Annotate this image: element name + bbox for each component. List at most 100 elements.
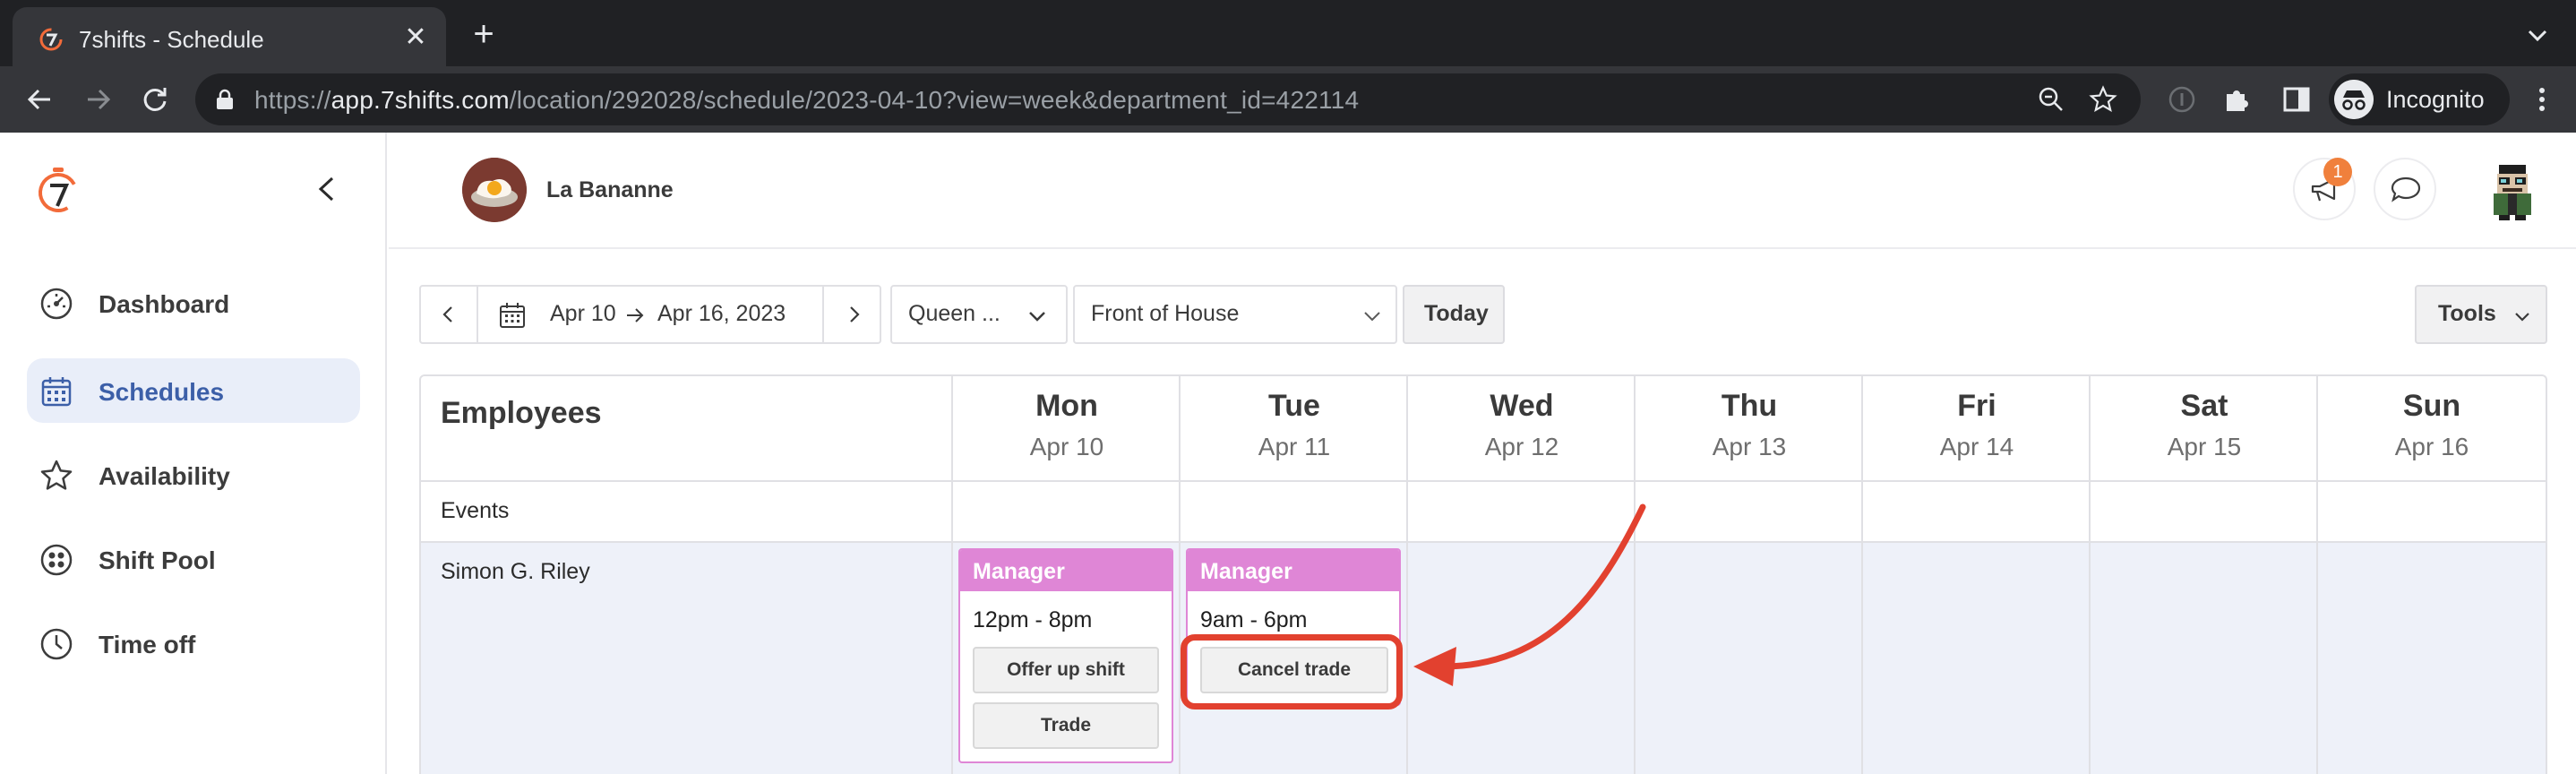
extensions-icon[interactable] — [2221, 83, 2254, 116]
messages-button[interactable] — [2374, 158, 2436, 220]
chevron-right-icon — [850, 306, 860, 322]
day-date: Apr 16 — [2394, 433, 2469, 460]
day-name: Sat — [2180, 389, 2228, 423]
tab-title: 7shifts - Schedule — [79, 26, 264, 53]
department-value: Front of House — [1091, 301, 1240, 326]
shift-role: Manager — [1188, 550, 1399, 591]
day-date: Apr 12 — [1484, 433, 1559, 460]
today-button[interactable]: Today — [1403, 285, 1505, 344]
sidebar-item-shift-pool[interactable]: Shift Pool — [27, 527, 360, 591]
previous-week-button[interactable] — [419, 285, 478, 344]
7shifts-logo-icon[interactable] — [36, 165, 81, 215]
tab-list-chevron-icon[interactable] — [2522, 20, 2553, 50]
sidebar-item-time-off[interactable]: Time off — [27, 611, 360, 675]
calendar-icon — [41, 377, 72, 407]
new-tab-icon[interactable]: + — [466, 16, 502, 54]
day-header-wed: Wed Apr 12 — [1408, 389, 1636, 461]
arrow-right-icon — [627, 308, 644, 322]
shift-time: 12pm - 8pm — [973, 607, 1093, 632]
url-text: https://app.7shifts.com/location/292028/… — [254, 86, 1360, 114]
day-header-mon: Mon Apr 10 — [953, 389, 1181, 461]
day-name: Fri — [1957, 389, 1996, 423]
chevron-down-icon — [1029, 312, 1045, 322]
annotation-highlight-box — [1181, 634, 1403, 710]
sidebar-item-label: Time off — [99, 631, 196, 658]
chevron-down-icon — [1364, 312, 1380, 322]
day-name: Sun — [2402, 389, 2461, 423]
tools-label: Tools — [2438, 301, 2496, 326]
chat-bubble-icon — [2391, 176, 2421, 202]
day-date: Apr 14 — [1939, 433, 2014, 460]
clock-icon — [40, 628, 73, 660]
location-value: Queen ... — [908, 301, 1000, 326]
chevron-down-icon — [2515, 313, 2529, 322]
fried-egg-logo-icon — [462, 158, 527, 222]
day-name: Mon — [1035, 389, 1098, 423]
company-avatar[interactable] — [462, 158, 527, 222]
browser-tab-bar: 7shifts - Schedule ✕ + — [0, 0, 2576, 66]
sidebar-item-label: Dashboard — [99, 290, 230, 318]
incognito-icon — [2334, 80, 2374, 119]
browser-tab[interactable]: 7shifts - Schedule ✕ — [13, 7, 446, 66]
app-header: La Bananne 1 — [389, 133, 2576, 249]
sidebar-item-availability[interactable]: Availability — [27, 443, 360, 507]
tab-close-icon[interactable]: ✕ — [401, 23, 430, 52]
back-icon[interactable] — [23, 83, 56, 116]
sidebar-item-label: Schedules — [99, 378, 225, 406]
sidebar-item-dashboard[interactable]: Dashboard — [27, 271, 360, 335]
events-row-label: Events — [441, 498, 510, 523]
dashboard-icon — [40, 288, 73, 320]
calendar-icon — [500, 303, 525, 328]
more-icon[interactable] — [2526, 83, 2558, 116]
bookmark-star-icon[interactable] — [2089, 85, 2117, 114]
date-range-start: Apr 10 — [550, 301, 616, 326]
annotation-arrow-icon — [1413, 503, 1646, 686]
shift-pool-icon — [40, 544, 73, 576]
user-avatar[interactable] — [2481, 159, 2544, 222]
day-header-tue: Tue Apr 11 — [1181, 389, 1408, 461]
day-date: Apr 10 — [1029, 433, 1104, 460]
zoom-icon[interactable] — [2037, 85, 2065, 114]
day-header-sat: Sat Apr 15 — [2091, 389, 2318, 461]
sidebar-item-schedules[interactable]: Schedules — [27, 358, 360, 423]
incognito-label: Incognito — [2386, 86, 2485, 113]
day-header-sun: Sun Apr 16 — [2318, 389, 2546, 461]
location-select[interactable]: Queen ... — [890, 285, 1068, 344]
day-name: Wed — [1490, 389, 1554, 423]
sidebar-item-label: Shift Pool — [99, 546, 216, 574]
chevron-left-icon — [442, 306, 452, 322]
7shifts-favicon-icon — [39, 28, 63, 51]
side-panel-icon[interactable] — [2280, 83, 2313, 116]
day-name: Tue — [1268, 389, 1320, 423]
info-icon[interactable] — [2166, 83, 2198, 116]
day-header-fri: Fri Apr 14 — [1863, 389, 2091, 461]
day-date: Apr 15 — [2167, 433, 2242, 460]
shift-time: 9am - 6pm — [1200, 607, 1308, 632]
trade-button[interactable]: Trade — [973, 702, 1159, 749]
star-icon — [40, 460, 73, 490]
today-label: Today — [1424, 301, 1489, 326]
notification-badge: 1 — [2323, 158, 2352, 186]
reload-icon[interactable] — [139, 83, 171, 116]
sidebar-item-label: Availability — [99, 462, 230, 490]
date-range-end: Apr 16, 2023 — [657, 301, 786, 326]
employee-name[interactable]: Simon G. Riley — [441, 559, 590, 585]
shift-card-mon[interactable]: Manager 12pm - 8pm Offer up shift Trade — [958, 548, 1173, 763]
tools-menu-button[interactable]: Tools — [2415, 285, 2547, 344]
shift-role: Manager — [960, 550, 1172, 591]
day-date: Apr 11 — [1258, 433, 1331, 460]
day-name: Thu — [1721, 389, 1778, 423]
offer-up-shift-button[interactable]: Offer up shift — [973, 647, 1159, 693]
company-name: La Bananne — [546, 177, 674, 202]
collapse-sidebar-chevron-icon[interactable] — [312, 174, 342, 204]
employees-column-header: Employees — [441, 396, 602, 430]
forward-icon[interactable] — [82, 83, 115, 116]
lock-icon — [217, 89, 233, 109]
browser-toolbar: https://app.7shifts.com/location/292028/… — [0, 66, 2576, 133]
sidebar: Dashboard Schedules Availability Shift P… — [0, 133, 387, 774]
department-select[interactable]: Front of House — [1073, 285, 1397, 344]
address-bar[interactable]: https://app.7shifts.com/location/292028/… — [195, 73, 2141, 125]
next-week-button[interactable] — [822, 285, 881, 344]
date-range-picker[interactable]: Apr 10 Apr 16, 2023 — [477, 285, 824, 344]
incognito-profile-button[interactable]: Incognito — [2329, 73, 2510, 125]
